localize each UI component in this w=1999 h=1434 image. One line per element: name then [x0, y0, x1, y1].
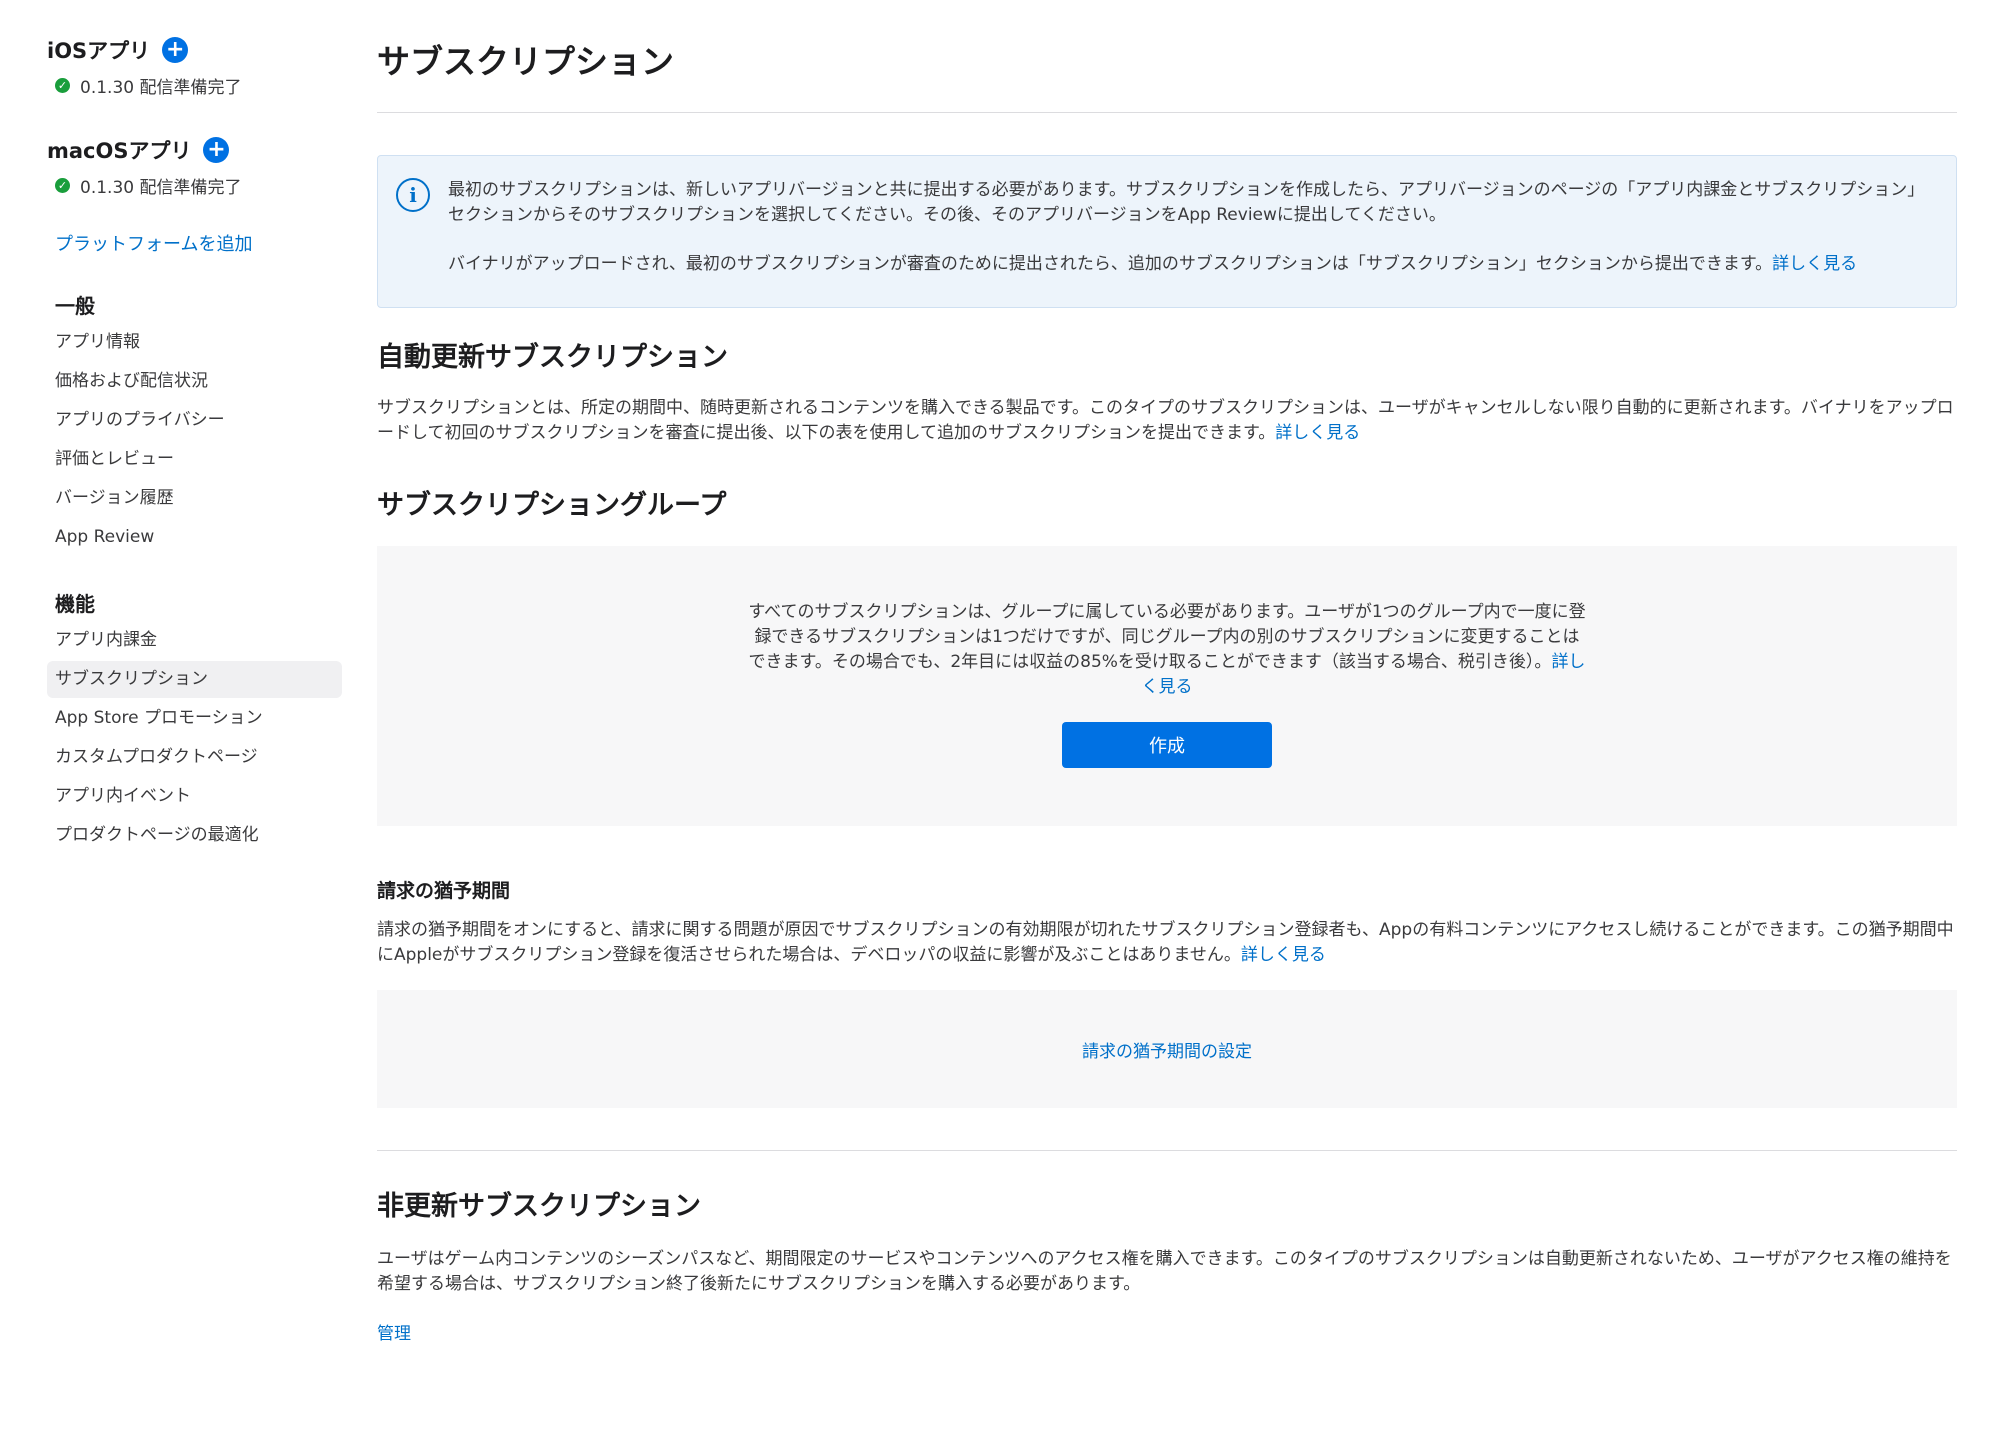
info-paragraph: 最初のサブスクリプションは、新しいアプリバージョンと共に提出する必要があります。…: [448, 178, 1926, 228]
sidebar-item-privacy[interactable]: アプリのプライバシー: [47, 402, 342, 439]
page-title: サブスクリプション: [377, 42, 674, 81]
sidebar: iOSアプリ + ✓ 0.1.30 配信準備完了 macOSアプリ + ✓ 0.…: [47, 30, 342, 856]
platform-title[interactable]: macOSアプリ: [47, 135, 191, 165]
check-circle-icon: ✓: [55, 77, 70, 93]
version-status-text: 0.1.30 配信準備完了: [80, 177, 242, 198]
add-platform-link[interactable]: プラットフォームを追加: [47, 230, 342, 260]
sidebar-item-version-history[interactable]: バージョン履歴: [47, 480, 342, 517]
platform-header: iOSアプリ +: [47, 30, 342, 70]
section-title-groups: サブスクリプショングループ: [377, 490, 727, 521]
version-status[interactable]: ✓ 0.1.30 配信準備完了: [47, 170, 342, 200]
sidebar-item-in-app-events[interactable]: アプリ内イベント: [47, 778, 342, 815]
info-text: 最初のサブスクリプションは、新しいアプリバージョンと共に提出する必要があります。…: [448, 180, 1925, 225]
grace-period-description: 請求の猶予期間をオンにすると、請求に関する問題が原因でサブスクリプションの有効期…: [377, 918, 1957, 968]
sidebar-item-promotions[interactable]: App Store プロモーション: [47, 700, 342, 737]
check-circle-icon: ✓: [55, 177, 70, 193]
platform-title[interactable]: iOSアプリ: [47, 35, 150, 65]
divider: [377, 112, 1957, 113]
create-group-button[interactable]: 作成: [1062, 722, 1272, 768]
nav-section-general: 一般: [55, 294, 95, 318]
divider: [377, 1150, 1957, 1151]
grace-period-settings-link[interactable]: 請求の猶予期間の設定: [1082, 1037, 1252, 1062]
groups-text: すべてのサブスクリプションは、グループに属している必要があります。ユーザが1つの…: [748, 602, 1586, 672]
sidebar-item-app-info[interactable]: アプリ情報: [47, 324, 342, 361]
section-title-grace-period: 請求の猶予期間: [377, 880, 511, 902]
manage-link[interactable]: 管理: [377, 1319, 411, 1344]
sidebar-item-custom-product-pages[interactable]: カスタムプロダクトページ: [47, 739, 342, 776]
grace-period-panel: 請求の猶予期間の設定: [377, 990, 1957, 1108]
sidebar-item-in-app-purchases[interactable]: アプリ内課金: [47, 622, 342, 659]
learn-more-link[interactable]: 詳しく見る: [1772, 254, 1857, 274]
non-renewing-description: ユーザはゲーム内コンテンツのシーズンパスなど、期間限定のサービスやコンテンツへの…: [377, 1249, 1952, 1294]
platform-macos: macOSアプリ + ✓ 0.1.30 配信準備完了: [47, 130, 342, 200]
learn-more-link[interactable]: 詳しく見る: [1275, 423, 1360, 443]
nav-section-features: 機能: [55, 592, 95, 616]
add-version-plus-icon[interactable]: +: [203, 137, 230, 163]
version-status[interactable]: ✓ 0.1.30 配信準備完了: [47, 70, 342, 100]
info-text: バイナリがアップロードされ、最初のサブスクリプションが審査のために提出されたら、…: [448, 254, 1773, 274]
section-title-auto-renew: 自動更新サブスクリプション: [377, 342, 728, 373]
page: iOSアプリ + ✓ 0.1.30 配信準備完了 macOSアプリ + ✓ 0.…: [0, 0, 1999, 1434]
groups-description: すべてのサブスクリプションは、グループに属している必要があります。ユーザが1つの…: [747, 600, 1587, 700]
auto-renew-description: サブスクリプションとは、所定の期間中、随時更新されるコンテンツを購入できる製品で…: [377, 396, 1957, 446]
info-paragraph: バイナリがアップロードされ、最初のサブスクリプションが審査のために提出されたら、…: [448, 252, 1926, 277]
sidebar-item-ratings[interactable]: 評価とレビュー: [47, 441, 342, 478]
platform-header: macOSアプリ +: [47, 130, 342, 170]
subscription-groups-empty-state: すべてのサブスクリプションは、グループに属している必要があります。ユーザが1つの…: [377, 546, 1957, 826]
main-content: サブスクリプション i 最初のサブスクリプションは、新しいアプリバージョンと共に…: [377, 36, 1957, 1344]
auto-renew-text: サブスクリプションとは、所定の期間中、随時更新されるコンテンツを購入できる製品で…: [377, 398, 1954, 443]
sidebar-item-pricing[interactable]: 価格および配信状況: [47, 363, 342, 400]
sidebar-item-app-review[interactable]: App Review: [47, 519, 342, 556]
add-version-plus-icon[interactable]: +: [162, 37, 189, 63]
platform-ios: iOSアプリ + ✓ 0.1.30 配信準備完了: [47, 30, 342, 100]
version-status-text: 0.1.30 配信準備完了: [80, 77, 242, 98]
sidebar-item-subscriptions[interactable]: サブスクリプション: [47, 661, 342, 698]
info-icon: i: [396, 178, 430, 212]
info-banner: i 最初のサブスクリプションは、新しいアプリバージョンと共に提出する必要がありま…: [377, 155, 1957, 308]
grace-period-text: 請求の猶予期間をオンにすると、請求に関する問題が原因でサブスクリプションの有効期…: [377, 920, 1954, 965]
learn-more-link[interactable]: 詳しく見る: [1241, 945, 1326, 965]
section-title-non-renewing: 非更新サブスクリプション: [377, 1191, 701, 1222]
sidebar-item-product-page-optimization[interactable]: プロダクトページの最適化: [47, 817, 342, 854]
